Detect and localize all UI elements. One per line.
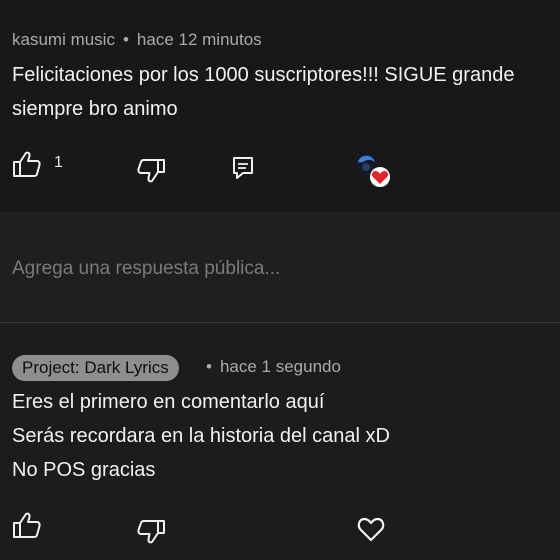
comment-text-line: Eres el primero en comentarlo aquí [12, 391, 325, 413]
comment-timestamp: hace 1 segundo [219, 357, 341, 376]
channel-owner-badge[interactable]: Project: Dark Lyrics [12, 355, 179, 381]
comment-meta: • hace 1 segundo [206, 357, 341, 377]
comment-text-line: Felicitaciones por los 1000 suscriptores… [12, 64, 515, 86]
thumbs-down-icon[interactable] [136, 519, 166, 545]
comment-card-project-dark-lyrics: Project: Dark Lyrics • hace 1 segundo Ere… [0, 323, 560, 560]
comment-text-line: Serás recordara en la historia del canal… [12, 425, 390, 447]
thumbs-up-icon[interactable] [12, 511, 42, 539]
thumbs-up-icon[interactable] [12, 150, 42, 178]
comment-timestamp: hace 12 minutos [136, 30, 262, 49]
comment-meta: kasumi music • hace 12 minutos [12, 30, 262, 50]
like-count: 1 [54, 154, 63, 171]
meta-separator: • [122, 30, 129, 49]
reply-input[interactable]: Agrega una respuesta pública... [12, 258, 280, 280]
meta-separator: • [206, 357, 212, 376]
comment-card-kasumi: kasumi music • hace 12 minutos Felicitacio… [0, 0, 560, 212]
comment-author[interactable]: kasumi music [12, 30, 115, 49]
heart-outline-icon[interactable] [356, 515, 386, 543]
thumbs-down-icon[interactable] [136, 158, 166, 184]
comment-text-line: siempre bro animo [12, 98, 178, 120]
reply-area: Agrega una respuesta pública... [0, 212, 560, 323]
creator-heart-avatar-icon [355, 153, 390, 187]
reply-comment-icon[interactable] [232, 156, 254, 180]
comment-text-line: No POS gracias [12, 459, 156, 481]
